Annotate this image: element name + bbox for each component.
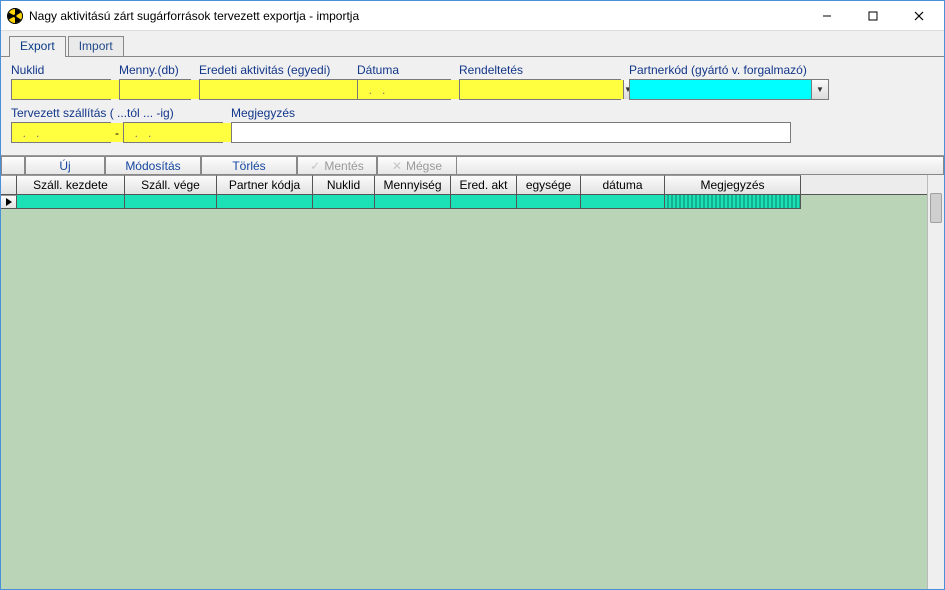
action-row: Új Módosítás Törlés ✓ Mentés ✕ Mégse: [1, 155, 944, 175]
menny-input-box[interactable]: [119, 79, 191, 100]
megjegyzes-label: Megjegyzés: [231, 106, 791, 120]
col-datuma[interactable]: dátuma: [581, 175, 665, 194]
cell-partner-kodja[interactable]: [217, 195, 313, 209]
titlebar[interactable]: Nagy aktivitású zárt sugárforrások terve…: [1, 1, 944, 31]
cell-nuklid[interactable]: [313, 195, 375, 209]
eredeti-label: Eredeti aktivitás (egyedi): [199, 63, 349, 77]
cancel-button[interactable]: ✕ Mégse: [377, 156, 457, 175]
col-nuklid[interactable]: Nuklid: [313, 175, 375, 194]
partnerkod-input[interactable]: [630, 80, 811, 99]
col-partner-kodja[interactable]: Partner kódja: [217, 175, 313, 194]
delete-button[interactable]: Törlés: [201, 156, 297, 175]
nuklid-combo[interactable]: ▼: [11, 79, 111, 100]
check-icon: ✓: [310, 159, 320, 173]
modify-button[interactable]: Módosítás: [105, 156, 201, 175]
tervezett-to-datebox[interactable]: 15: [123, 122, 223, 143]
tervezett-from-datebox[interactable]: 15: [11, 122, 111, 143]
vertical-scrollbar[interactable]: [927, 175, 944, 589]
action-leading-spacer: [1, 156, 25, 175]
col-szall-vege[interactable]: Száll. vége: [125, 175, 217, 194]
cell-egysege[interactable]: [517, 195, 581, 209]
titlebar-buttons: [804, 2, 942, 30]
megjegyzes-textbox[interactable]: [231, 122, 791, 143]
form-panel: Nuklid ▼ Menny.(db) Eredeti aktivitás (e…: [1, 57, 944, 155]
radiation-icon: [7, 8, 23, 24]
cell-megjegyzes[interactable]: [665, 195, 801, 209]
cell-mennyiseg[interactable]: [375, 195, 451, 209]
close-icon: ✕: [392, 159, 402, 173]
grid-row-selector-header[interactable]: [1, 175, 17, 194]
col-szall-kezdete[interactable]: Száll. kezdete: [17, 175, 125, 194]
cell-ered-akt[interactable]: [451, 195, 517, 209]
new-button[interactable]: Új: [25, 156, 105, 175]
menny-label: Menny.(db): [119, 63, 191, 77]
close-button[interactable]: [896, 2, 942, 30]
minimize-button[interactable]: [804, 2, 850, 30]
col-mennyiseg[interactable]: Mennyiség: [375, 175, 451, 194]
row-indicator-icon[interactable]: [1, 195, 17, 209]
cell-datuma[interactable]: [581, 195, 665, 209]
tab-export[interactable]: Export: [9, 36, 66, 57]
eredeti-value-input[interactable]: [200, 80, 363, 99]
date-range-sep: -: [111, 126, 123, 140]
datuma-label: Dátuma: [357, 63, 451, 77]
dropdown-icon[interactable]: ▼: [811, 80, 828, 99]
client-area: Export Import Nuklid ▼ Menny.(db): [1, 31, 944, 589]
maximize-button[interactable]: [850, 2, 896, 30]
col-megjegyzes[interactable]: Megjegyzés: [665, 175, 801, 194]
grid-header: Száll. kezdete Száll. vége Partner kódja…: [1, 175, 944, 195]
partnerkod-combo[interactable]: ▼: [629, 79, 829, 100]
partnerkod-label: Partnerkód (gyártó v. forgalmazó): [629, 63, 829, 77]
rendeltetes-combo[interactable]: ▼: [459, 79, 621, 100]
save-button[interactable]: ✓ Mentés: [297, 156, 377, 175]
scrollbar-thumb[interactable]: [930, 193, 942, 223]
window-title: Nagy aktivitású zárt sugárforrások terve…: [29, 9, 804, 23]
megjegyzes-input[interactable]: [232, 123, 790, 142]
action-trailing-spacer: [457, 156, 944, 175]
cell-szall-vege[interactable]: [125, 195, 217, 209]
tervezett-label: Tervezett szállítás ( ...tól ... -ig): [11, 106, 223, 120]
grid-row[interactable]: [1, 195, 944, 209]
datuma-datebox[interactable]: 15: [357, 79, 451, 100]
col-egysege[interactable]: egysége: [517, 175, 581, 194]
rendeltetes-input[interactable]: [460, 80, 623, 99]
tabbar: Export Import: [1, 31, 944, 57]
tab-import[interactable]: Import: [68, 36, 124, 56]
col-ered-akt[interactable]: Ered. akt: [451, 175, 517, 194]
grid-panel: Száll. kezdete Száll. vége Partner kódja…: [1, 175, 944, 589]
rendeltetes-label: Rendeltetés: [459, 63, 621, 77]
app-window: Nagy aktivitású zárt sugárforrások terve…: [0, 0, 945, 590]
eredeti-value-box[interactable]: [199, 79, 364, 100]
cell-szall-kezdete[interactable]: [17, 195, 125, 209]
nuklid-label: Nuklid: [11, 63, 111, 77]
